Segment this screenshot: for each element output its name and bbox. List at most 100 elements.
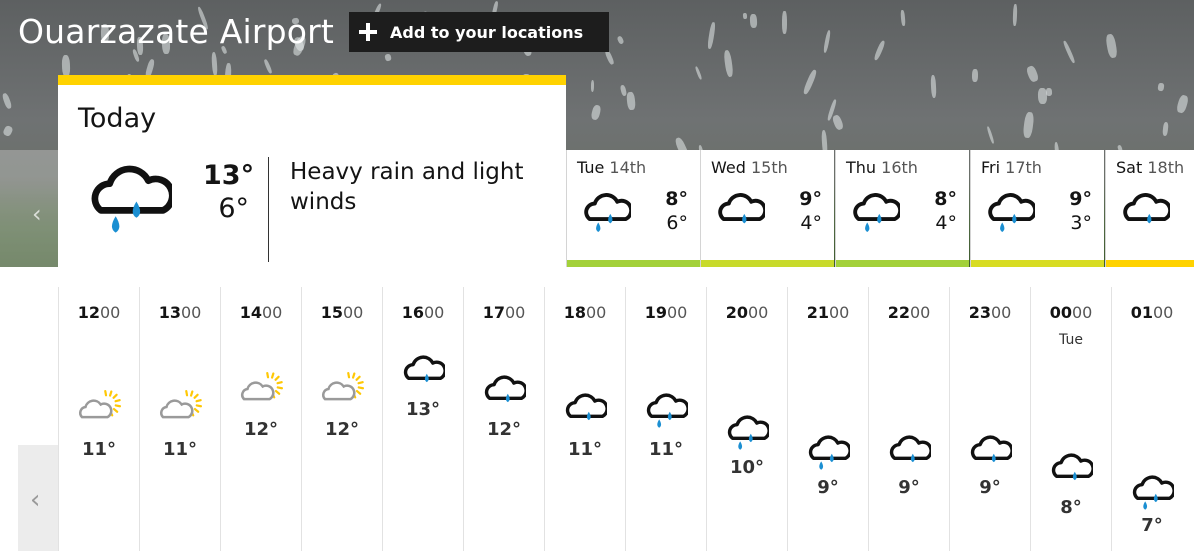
day-tab-date: Wed 15th [711,158,788,177]
hour-temp: 9° [898,477,920,498]
hour-column[interactable]: 1400 12° [220,287,301,551]
day-date: 14th [609,158,647,177]
day-low-temp: 3° [1070,212,1092,234]
temperature-color-bar [567,260,700,267]
day-tab-thu[interactable]: Thu 16th 8° 4° [835,150,969,267]
location-title: Ouarzazate Airport [18,12,335,51]
day-name: Wed [711,158,746,177]
raindrop [1012,3,1018,27]
day-date: 17th [1005,158,1042,177]
hour-column[interactable]: 1900 11° [625,287,706,551]
raindrop [604,49,615,66]
raindrop [1,92,13,110]
day-low-temp: 4° [800,212,822,234]
hour-column[interactable]: 2200 9° [868,287,949,551]
hour-column[interactable]: 2300 9° [949,287,1030,551]
hour-column[interactable]: 1800 11° [544,287,625,551]
hour-temp: 10° [729,457,765,478]
days-scroll-left-button[interactable]: ‹ [0,150,58,267]
day-tab-fri[interactable]: Fri 17th 9° 3° [970,150,1104,267]
temperature-color-bar [971,260,1104,267]
light-rain-icon [718,193,765,224]
raindrop [782,11,787,35]
hour-mm: 00 [261,303,283,322]
hour-time: 0000 [1031,303,1111,322]
temperature-color-bar [701,260,834,267]
hour-time: 2100 [788,303,868,322]
hour-mm: 00 [1071,303,1093,322]
hour-mm: 00 [585,303,607,322]
hour-mm: 00 [504,303,526,322]
temperature-color-bar [836,260,969,267]
chevron-left-icon: ‹ [30,485,41,515]
heavy-rain-icon [584,193,631,232]
raindrop [2,124,14,137]
raindrop [694,65,703,80]
hour-hh: 19 [644,303,667,322]
day-tab-tue[interactable]: Tue 14th 8° 6° [566,150,700,267]
hour-time: 1600 [383,303,463,322]
raindrop [616,35,625,45]
hour-temp: 12° [324,419,360,440]
hour-column[interactable]: 1700 12° [463,287,544,551]
hour-hh: 13 [158,303,181,322]
day-tab-sat[interactable]: Sat 18th [1105,150,1194,267]
hour-column[interactable]: 0000 Tue 8° [1030,287,1111,551]
hour-mm: 00 [747,303,769,322]
day-tab-date: Tue 14th [577,158,646,177]
hour-mm: 00 [666,303,688,322]
hour-column[interactable]: 0100 7° [1111,287,1192,551]
hour-temp: 13° [405,399,441,420]
hour-time: 1500 [302,303,382,322]
hour-temp: 11° [567,439,603,460]
day-high-temp: 8° [665,188,688,210]
hour-hh: 00 [1049,303,1072,322]
light-rain-icon [970,435,1012,463]
hour-column[interactable]: 1200 11° [58,287,139,551]
hour-time: 0100 [1112,303,1192,322]
raindrop [706,21,716,50]
today-card[interactable]: Today 13° 6° Heavy rain and light winds [58,75,566,267]
heavy-rain-icon [1132,475,1174,510]
hour-mm: 00 [423,303,445,322]
day-name: Tue [577,158,605,177]
raindrop [749,13,757,28]
day-tab-wed[interactable]: Wed 15th 9° 4° [700,150,834,267]
hour-column[interactable]: 1300 11° [139,287,220,551]
temperature-color-bar [1106,260,1194,267]
raindrop [723,49,735,78]
plus-icon [359,23,377,41]
hour-temp: 8° [1060,497,1082,518]
add-location-label: Add to your locations [390,22,584,42]
hour-hh: 23 [968,303,991,322]
hour-temp: 12° [243,419,279,440]
hour-column[interactable]: 1600 13° [382,287,463,551]
raindrop [384,53,392,62]
raindrop [1175,94,1189,114]
hours-scroll-left-button[interactable]: ‹ [18,445,58,551]
hour-hh: 01 [1130,303,1153,322]
hour-column[interactable]: 1500 12° [301,287,382,551]
hour-mm: 00 [990,303,1012,322]
chevron-left-icon: ‹ [32,200,42,228]
hour-hh: 18 [563,303,586,322]
heavy-rain-icon [727,415,769,450]
raindrop [873,39,887,62]
day-date: 15th [750,158,788,177]
today-low-temp: 6° [218,193,249,224]
raindrop [1037,87,1048,105]
hour-column[interactable]: 2000 10° [706,287,787,551]
heavy-rain-icon [988,193,1035,232]
day-tab-date: Fri 17th [981,158,1042,177]
raindrop [619,84,628,97]
raindrop [986,125,995,144]
raindrop [1025,65,1040,83]
add-location-button[interactable]: Add to your locations [349,12,609,52]
raindrop [590,104,602,121]
raindrop [822,29,832,54]
raindrop [1162,121,1169,136]
hour-column[interactable]: 2100 9° [787,287,868,551]
hour-temp: 12° [486,419,522,440]
heavy-rain-icon [853,193,900,232]
hour-hh: 12 [77,303,100,322]
